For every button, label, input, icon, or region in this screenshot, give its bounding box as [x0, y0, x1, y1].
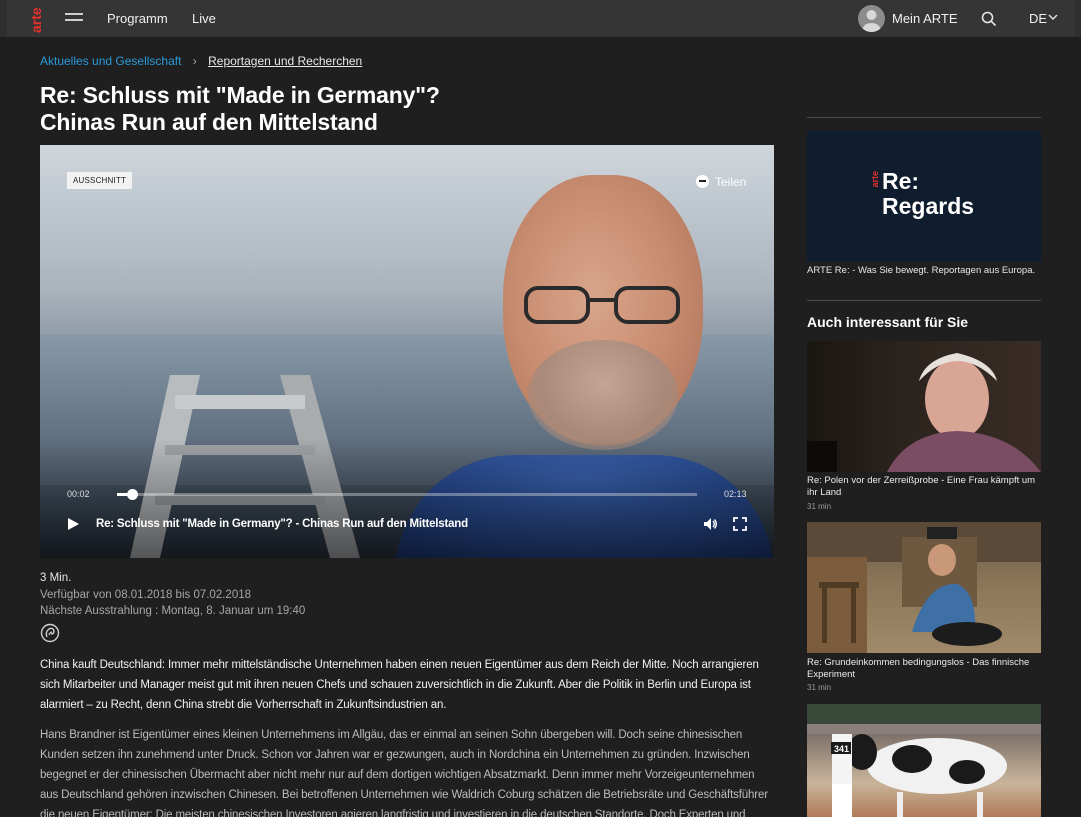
- teaser-thumbnail-1[interactable]: [807, 341, 1041, 472]
- teaser-3-image: 341: [807, 704, 1041, 817]
- promo-logo-line-1: Re:: [882, 168, 920, 194]
- hamburger-menu-icon[interactable]: [65, 13, 83, 23]
- re-regards-promo[interactable]: arte Re: Regards: [807, 131, 1041, 262]
- share-icon: [696, 175, 709, 188]
- promo-arte-logo: arte: [870, 171, 880, 188]
- user-avatar-icon[interactable]: [858, 5, 885, 32]
- audio-description-icon: [40, 623, 60, 643]
- teaser-duration-2: 31 min: [807, 683, 832, 692]
- video-person-glasses: [524, 286, 680, 324]
- availability-info: Verfügbar von 08.01.2018 bis 07.02.2018: [40, 588, 252, 601]
- next-broadcast-info: Nächste Ausstrahlung : Montag, 8. Januar…: [40, 605, 306, 617]
- total-duration: 02:13: [724, 489, 747, 499]
- page-title: Re: Schluss mit "Made in Germany"? China…: [40, 82, 560, 136]
- share-label: Teilen: [715, 175, 747, 189]
- description-lead: China kauft Deutschland: Immer mehr mitt…: [40, 659, 759, 711]
- page-title-line-1: Re: Schluss mit "Made in Germany"?: [40, 82, 440, 108]
- teaser-2-image: [807, 522, 1041, 653]
- nav-programm-link[interactable]: Programm: [107, 11, 168, 26]
- teaser-thumbnail-2[interactable]: [807, 522, 1041, 653]
- seek-bar[interactable]: [117, 489, 697, 500]
- video-duration: 3 Min.: [40, 572, 72, 584]
- fullscreen-icon[interactable]: [733, 517, 747, 531]
- arte-logo[interactable]: arte: [29, 3, 45, 35]
- sidebar-divider-middle: [807, 300, 1041, 301]
- sidebar-divider-top: [807, 117, 1041, 118]
- teaser-title-1[interactable]: Re: Polen vor der Zerreißprobe - Eine Fr…: [807, 475, 1041, 499]
- video-bottom-gradient: [40, 438, 774, 558]
- teaser-title-2[interactable]: Re: Grundeinkommen bedingungslos - Das f…: [807, 657, 1041, 681]
- breadcrumb: Aktuelles und Gesellschaft › Reportagen …: [40, 54, 362, 68]
- player-title: Re: Schluss mit "Made in Germany"? - Chi…: [96, 518, 468, 530]
- language-selector[interactable]: DE: [1029, 11, 1058, 26]
- language-label: DE: [1029, 11, 1048, 26]
- mein-arte-link[interactable]: Mein ARTE: [892, 11, 958, 26]
- description-body: Hans Brandner ist Eigentümer eines klein…: [40, 729, 768, 817]
- breadcrumb-parent-link[interactable]: Aktuelles und Gesellschaft: [40, 54, 181, 68]
- recommendations-heading: Auch interessant für Sie: [807, 314, 969, 330]
- page-title-line-2: Chinas Run auf den Mittelstand: [40, 109, 378, 135]
- volume-icon[interactable]: [703, 517, 718, 531]
- svg-text:arte: arte: [29, 7, 44, 33]
- seek-bar-handle[interactable]: [126, 489, 138, 500]
- nav-live-link[interactable]: Live: [192, 11, 216, 26]
- play-icon[interactable]: [66, 517, 80, 531]
- teaser-1-image: [807, 353, 1041, 472]
- video-player[interactable]: AUSSCHNITT Teilen 00:02 02:13 Re: Schlus…: [40, 145, 774, 558]
- video-person-beard: [528, 340, 678, 450]
- chevron-right-icon: ›: [192, 54, 197, 68]
- video-meta: 3 Min. Verfügbar von 08.01.2018 bis 07.0…: [40, 570, 305, 620]
- teaser-duration-1: 31 min: [807, 502, 832, 511]
- breadcrumb-current-link[interactable]: Reportagen und Recherchen: [208, 54, 362, 68]
- promo-logo-line-2: Regards: [882, 193, 975, 219]
- chevron-down-icon: [1048, 14, 1058, 20]
- promo-caption[interactable]: ARTE Re: - Was Sie bewegt. Reportagen au…: [807, 265, 1035, 276]
- search-icon[interactable]: [981, 11, 997, 27]
- teaser-thumbnail-3[interactable]: 341: [807, 704, 1041, 817]
- svg-text:341: 341: [834, 744, 849, 754]
- excerpt-badge: AUSSCHNITT: [67, 172, 133, 189]
- current-time: 00:02: [67, 489, 90, 499]
- share-button[interactable]: Teilen: [696, 175, 746, 189]
- top-navigation-inner: arte Programm Live Mein ARTE DE: [7, 0, 1075, 37]
- top-navigation-bar: arte Programm Live Mein ARTE DE: [0, 0, 1081, 37]
- promo-re-regards-logo: Re: Regards: [882, 169, 974, 219]
